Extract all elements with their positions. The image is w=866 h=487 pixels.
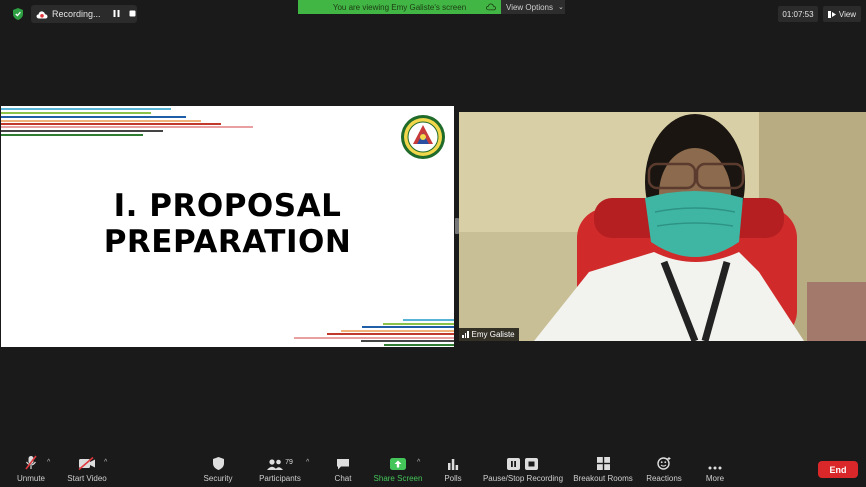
video-options-chevron-icon[interactable]: ^ (104, 459, 107, 466)
pause-stop-recording-button[interactable]: Pause/Stop Recording (482, 453, 564, 487)
share-screen-button[interactable]: Share Screen (373, 453, 423, 487)
slide-title: I. PROPOSAL PREPARATION (1, 188, 454, 260)
share-screen-icon (390, 453, 406, 470)
polls-icon (447, 453, 459, 470)
pause-stop-recording-label: Pause/Stop Recording (482, 474, 564, 483)
decor-line (362, 326, 454, 328)
shield-icon (212, 453, 224, 470)
share-screen-label: Share Screen (373, 474, 423, 483)
banner-text: You are viewing Emy Galiste's screen (332, 2, 467, 12)
more-label: More (705, 474, 725, 483)
breakout-rooms-label: Breakout Rooms (573, 474, 633, 483)
decor-line (361, 340, 454, 342)
decor-line (341, 330, 454, 332)
decor-line (294, 337, 454, 339)
microphone-muted-icon (25, 453, 37, 470)
slide-title-line-2: PREPARATION (103, 224, 352, 260)
more-button[interactable]: More (702, 453, 728, 487)
recording-indicator[interactable]: Recording... (31, 5, 137, 23)
shield-check-icon[interactable] (13, 8, 23, 20)
shared-screen-slide: I. PROPOSAL PREPARATION (1, 106, 454, 347)
cloud-icon (486, 3, 496, 11)
view-layout-icon (827, 10, 836, 18)
share-options-chevron-icon[interactable]: ^ (417, 459, 420, 466)
participant-name-label: Emy Galiste (459, 328, 519, 341)
participant-video (459, 112, 866, 341)
view-label: View (838, 9, 857, 19)
more-dots-icon (708, 453, 722, 470)
viewing-screen-banner: You are viewing Emy Galiste's screen (298, 0, 501, 14)
chat-icon (336, 453, 350, 470)
meeting-toolbar: Unmute ^ Start Video ^ Security 79 Parti… (0, 453, 866, 487)
decor-line (1, 126, 253, 128)
participants-chevron-icon[interactable]: ^ (306, 459, 309, 466)
video-off-icon (78, 453, 96, 470)
recording-label: Recording... (52, 9, 101, 19)
unmute-button[interactable]: Unmute (12, 453, 50, 487)
cloud-record-icon (36, 10, 48, 18)
view-button[interactable]: View (823, 6, 861, 22)
decor-line (1, 112, 151, 114)
meeting-timer: 01:07:53 (778, 6, 818, 22)
reactions-label: Reactions (646, 474, 682, 483)
decor-line (1, 116, 186, 118)
participant-name: Emy Galiste (471, 330, 515, 339)
university-seal-icon (401, 115, 445, 159)
participants-icon: 79 (267, 453, 293, 470)
signal-strength-icon (462, 331, 469, 338)
chevron-down-icon: ⌄ (558, 4, 564, 11)
decor-line (1, 134, 143, 136)
view-options-label: View Options (506, 2, 553, 12)
breakout-rooms-icon (596, 453, 610, 470)
decor-line (1, 130, 163, 132)
polls-button[interactable]: Polls (442, 453, 464, 487)
decor-line (1, 108, 171, 110)
slide-title-line-1: I. PROPOSAL (113, 188, 342, 224)
participant-video-image (459, 112, 866, 341)
reactions-button[interactable]: Reactions (646, 453, 682, 487)
decor-line (384, 344, 454, 346)
start-video-label: Start Video (67, 474, 107, 483)
smiley-icon (657, 453, 671, 470)
decor-line (1, 120, 201, 122)
decor-line (327, 333, 454, 335)
security-label: Security (203, 474, 233, 483)
end-meeting-button[interactable]: End (818, 461, 858, 478)
view-options-dropdown[interactable]: View Options ⌄ (501, 0, 565, 14)
decor-line (383, 323, 454, 325)
security-button[interactable]: Security (202, 453, 234, 487)
chat-label: Chat (334, 474, 352, 483)
stop-recording-icon[interactable] (129, 10, 136, 19)
recording-controls-icon (507, 453, 539, 470)
polls-label: Polls (444, 474, 462, 483)
participants-button[interactable]: 79 Participants (258, 453, 302, 487)
chat-button[interactable]: Chat (330, 453, 356, 487)
audio-options-chevron-icon[interactable]: ^ (47, 459, 50, 466)
breakout-rooms-button[interactable]: Breakout Rooms (573, 453, 633, 487)
pause-recording-icon[interactable] (113, 9, 120, 19)
participants-label: Participants (259, 474, 301, 483)
decor-line (1, 123, 221, 125)
participants-count: 79 (285, 459, 293, 466)
decor-line (403, 319, 454, 321)
top-bar: Recording... You are viewing Emy Galiste… (0, 0, 866, 28)
unmute-label: Unmute (16, 474, 45, 483)
